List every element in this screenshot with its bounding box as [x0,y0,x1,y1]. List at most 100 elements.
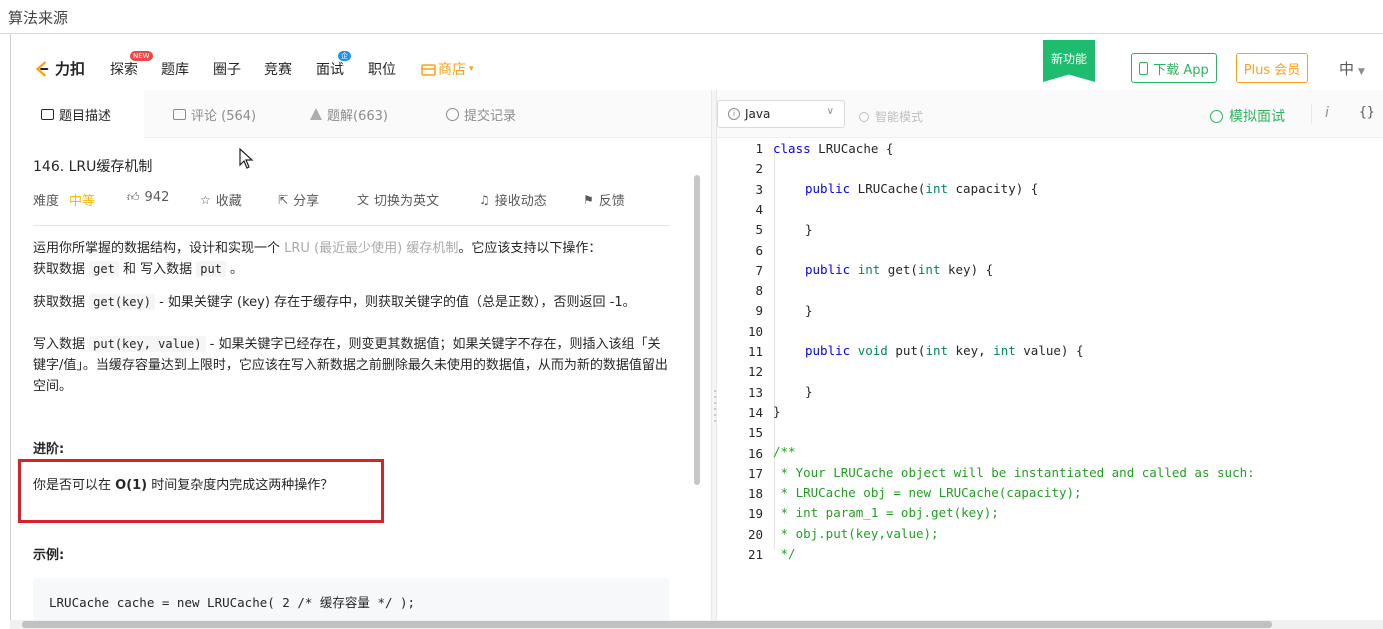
mock-interview-label: 模拟面试 [1229,109,1285,125]
text: 和 写入数据 [118,262,197,277]
example-code-line: LRUCache cache = new LRUCache( 2 /* 缓存容量… [49,595,416,610]
line-number: 18 [747,486,763,502]
keyword: class [773,141,811,156]
grip-dot [714,396,716,398]
code-line-19: * int param_1 = obj.get(key); [773,505,999,520]
alarm-clock-icon [1210,109,1223,123]
difficulty-label: 难度 [33,194,60,209]
like-button[interactable]: 👍︎ 942 [127,190,169,205]
inline-code-get: get [89,261,119,277]
inline-code-get-key: get(key) [89,294,155,310]
type: int [917,262,941,277]
phone-icon [1139,61,1149,75]
tab-solutions-label: 题解(663) [327,108,388,124]
tab-comments-label: 评论 (564) [191,108,257,124]
tab-description[interactable]: 题目描述 [11,90,144,138]
enterprise-badge: 企业 [338,51,351,70]
text: - 如果关键字 (key) 存在于缓存中，则获取关键字的值（总是正数），否则返回… [154,295,636,310]
editor-toolbar: i Java ∨ 智能模式 模拟面试 i {} [717,90,1383,138]
tab-solutions[interactable]: 题解(663) [310,90,388,138]
plus-member-button[interactable]: Plus 会员 [1236,53,1308,83]
line-number: 12 [747,364,763,380]
caret-down-icon: ▼ [1358,67,1365,77]
mock-interview-button[interactable]: 模拟面试 [1210,106,1285,126]
code-line-20: * obj.put(key,value); [773,526,939,541]
code-line-7: public int get(int key) { [805,262,993,277]
code-line-14: } [773,404,781,419]
description-paragraph-3: 写入数据 put(key, value) - 如果关键字已经存在，则变更其数据值… [33,334,669,397]
download-app-button[interactable]: 下载 App [1131,53,1217,83]
difficulty-value: 中等 [69,194,96,209]
text: 运用你所掌握的数据结构，设计和实现一个 [33,241,285,256]
code-line-13: } [805,384,813,399]
logo[interactable]: 力扣 [33,58,85,79]
tab-comments[interactable]: 评论 (564) [173,90,256,138]
description-paragraph-1: 运用你所掌握的数据结构，设计和实现一个 LRU (最近最少使用) 缓存机制。它应… [33,238,669,280]
horizontal-scrollbar[interactable] [10,620,1383,629]
text: 。 [225,262,244,277]
format-code-button[interactable]: {} [1359,105,1375,120]
line-number: 5 [755,222,763,238]
share-button[interactable]: ⇱ 分享 [278,190,319,210]
nav-interview[interactable]: 面试 企业 [316,51,351,79]
info-button[interactable]: i [1325,105,1329,121]
smart-mode-label: 智能模式 [875,110,924,124]
comment-icon [173,108,186,120]
line-number: 6 [755,242,763,258]
flag-icon: ⚑ [583,192,594,207]
advanced-heading: 进阶: [33,442,65,457]
line-number: 1 [755,141,763,156]
divider [33,225,669,226]
shop-icon [421,63,436,76]
nav-jobs[interactable]: 职位 [368,59,396,79]
code-text: LRUCache { [810,141,894,156]
language-switcher[interactable]: 中 ▼ [1339,58,1365,79]
code-text: put( [887,343,926,358]
line-number: 20 [747,526,763,542]
line-number: 17 [747,465,763,481]
horizontal-scrollbar-thumb[interactable] [22,621,1272,628]
problem-scrollbar[interactable] [694,175,700,485]
grip-dot [714,420,716,422]
line-number: 16 [747,445,763,461]
type: int [857,262,881,277]
lru-link[interactable]: LRU (最近最少使用) 缓存机制 [284,241,458,256]
nav-explore[interactable]: 探索 NEW [110,51,153,79]
download-app-label: 下载 App [1153,62,1209,78]
switch-english-button[interactable]: 文 切换为英文 [357,190,439,209]
caret-down-icon: ▾ [469,64,474,74]
code-line-16: /** [773,444,796,459]
follow-button[interactable]: ♫ 接收动态 [479,190,547,210]
favorite-button[interactable]: ☆ 收藏 [200,190,242,210]
nav-problemset[interactable]: 题库 [161,59,189,79]
language-select[interactable]: i Java ∨ [717,100,845,128]
nav-shop-label: 商店 [438,62,466,78]
nav-shop[interactable]: 商店 ▾ [421,59,474,79]
switch-english-label: 切换为英文 [374,194,440,209]
code-line-9: } [805,303,813,318]
share-icon: ⇱ [278,192,289,207]
tab-description-label: 题目描述 [59,108,112,124]
inline-code-put: put [196,261,226,277]
code-line-3: public LRUCache(int capacity) { [805,181,1038,196]
smart-mode-toggle[interactable]: 智能模式 [859,108,923,125]
nav-contest[interactable]: 竞赛 [264,59,292,79]
line-number: 10 [747,323,763,339]
code-text: key) { [940,262,994,277]
problem-panel: 题目描述 评论 (564) 题解(663) 提交记录 146. LRU缓存机制 [11,90,711,629]
type: int [925,343,949,358]
description-paragraph-2: 获取数据 get(key) - 如果关键字 (key) 存在于缓存中，则获取关键… [33,292,669,313]
line-number: 19 [747,506,763,522]
feedback-button[interactable]: ⚑ 反馈 [583,190,625,210]
like-count: 942 [144,190,170,205]
description-icon [41,108,54,120]
nav-interview-label: 面试 [316,62,344,78]
tab-submissions[interactable]: 提交记录 [446,90,516,138]
code-editor[interactable]: 1 2 3 4 5 6 7 8 9 10 11 12 13 14 15 16 17 18 19 20 21 class … [717,138,1383,629]
thumbs-up-icon: 👍︎ [127,190,140,204]
favorite-label: 收藏 [215,194,242,209]
line-number: 4 [755,201,763,217]
nav-circle[interactable]: 圈子 [213,59,241,79]
new-feature-ribbon[interactable]: 新功能 [1043,40,1095,82]
grip-dot [714,390,716,392]
